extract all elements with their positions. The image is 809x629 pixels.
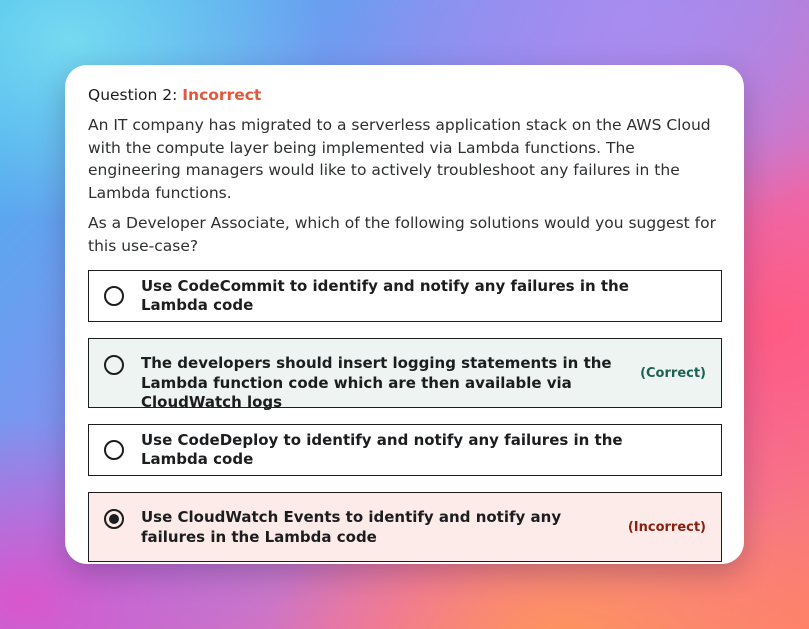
radio-unchecked-icon[interactable] [104,355,124,375]
answer-option-1[interactable]: Use CodeCommit to identify and notify an… [88,270,722,322]
answer-text: Use CodeCommit to identify and notify an… [141,276,629,315]
answer-text: Use CodeDeploy to identify and notify an… [141,430,623,469]
question-status: Incorrect [182,86,262,104]
answer-option-2[interactable]: The developers should insert logging sta… [88,338,722,411]
answer-option-4[interactable]: Use CloudWatch Events to identify and no… [88,492,722,562]
radio-unchecked-icon[interactable] [104,440,124,460]
correct-tag: (Correct) [640,365,706,381]
radio-checked-icon[interactable] [104,509,124,529]
answer-text: The developers should insert logging sta… [141,354,612,411]
question-prompt: As a Developer Associate, which of the f… [88,214,716,255]
answer-list: Use CodeCommit to identify and notify an… [88,270,722,562]
answer-text: Use CloudWatch Events to identify and no… [141,508,562,546]
question-card: Question 2: Incorrect An IT company has … [65,65,744,564]
incorrect-tag: (Incorrect) [627,519,706,535]
radio-unchecked-icon[interactable] [104,286,124,306]
answer-option-3[interactable]: Use CodeDeploy to identify and notify an… [88,424,722,476]
question-header: Question 2: Incorrect [88,85,722,105]
question-label: Question 2: [88,86,178,104]
question-text: An IT company has migrated to a serverle… [88,116,711,202]
